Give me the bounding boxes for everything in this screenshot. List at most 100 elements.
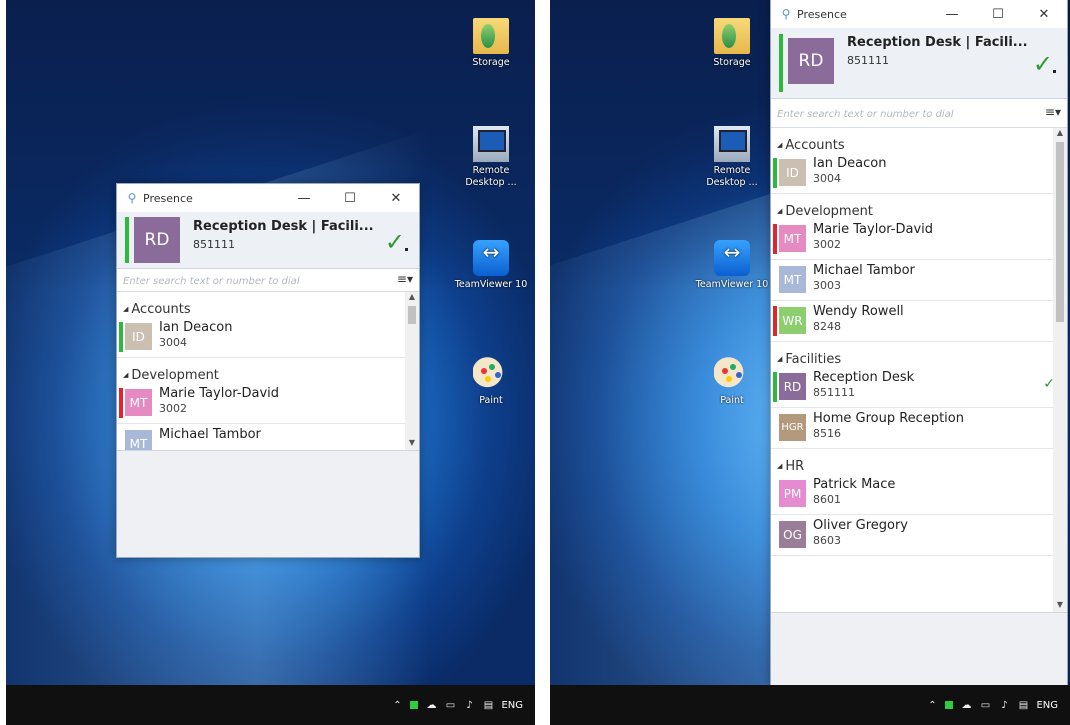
contact-list: ◢ Accounts ID Ian Deacon 3004 ◢ Developmen… (117, 292, 419, 450)
contact-michael-tambor[interactable]: MT Michael Tambor 3003 (771, 260, 1067, 301)
contact-wendy-rowell[interactable]: WR Wendy Rowell 8248 (771, 301, 1067, 342)
teamviewer-icon (473, 240, 509, 276)
search-bar: ≡▾ (117, 269, 419, 293)
scrollbar[interactable]: ▲ ▼ (405, 292, 419, 450)
avatar: PM (779, 480, 806, 507)
contact-ian-deacon[interactable]: ID Ian Deacon 3004 (117, 317, 419, 358)
status-indicator (773, 306, 777, 336)
maximize-button[interactable]: ☐ (975, 0, 1021, 28)
desktop-icon-teamviewer[interactable]: TeamViewer 10 (695, 240, 769, 291)
available-check-icon[interactable]: ✓ (1033, 50, 1057, 78)
group-header-accounts[interactable]: ◢ Accounts (117, 292, 419, 317)
scroll-thumb[interactable] (1056, 142, 1064, 322)
contact-oliver-gregory[interactable]: OG Oliver Gregory 8603 (771, 515, 1067, 556)
contact-number: 3004 (159, 336, 187, 349)
close-button[interactable]: ✕ (373, 184, 419, 212)
group-header-development[interactable]: ◢ Development (117, 358, 419, 383)
system-tray: ⌃ ☁ ▭ ♪ ▤ ENG (391, 685, 523, 725)
group-header-facilities[interactable]: ◢ Facilities (771, 342, 1067, 367)
presence-logo-icon: ⚲ (127, 191, 137, 205)
cloud-icon[interactable]: ☁ (960, 699, 972, 711)
scroll-up-arrow-icon[interactable]: ▲ (1053, 128, 1067, 140)
cloud-icon[interactable]: ☁ (425, 699, 437, 711)
scrollbar[interactable]: ▲ ▼ (1053, 128, 1067, 612)
my-status-card[interactable]: RD Reception Desk | Facili... 851111 ✓ (771, 28, 1067, 99)
contact-name: Wendy Rowell (813, 304, 904, 319)
close-button[interactable]: ✕ (1021, 0, 1067, 28)
desktop-icon-storage[interactable]: Storage (454, 18, 528, 69)
group-header-hr[interactable]: ◢ HR (771, 449, 1067, 474)
contact-name: Michael Tambor (159, 427, 261, 442)
presence-tray-icon[interactable] (945, 701, 954, 709)
presence-tray-icon[interactable] (410, 701, 419, 709)
contact-number: 851111 (813, 386, 855, 399)
avatar: ID (779, 159, 806, 186)
minimize-button[interactable]: — (281, 184, 327, 212)
presence-logo-icon: ⚲ (781, 7, 791, 21)
system-tray: ⌃ ☁ ▭ ♪ ▤ ENG (926, 685, 1058, 725)
avatar: WR (779, 307, 806, 334)
chevron-up-icon[interactable]: ⌃ (391, 699, 403, 711)
available-check-icon[interactable]: ✓ (385, 228, 409, 256)
avatar: RD (788, 38, 834, 84)
desktop-icon-storage[interactable]: Storage (695, 18, 769, 69)
contact-patrick-mace[interactable]: PM Patrick Mace 8601 (771, 474, 1067, 515)
my-status-card[interactable]: RD Reception Desk | Facili... 851111 ✓ (117, 212, 419, 269)
group-name: Development (785, 204, 873, 219)
desktop-icon-remote-desktop[interactable]: Remote Desktop ... (454, 126, 528, 189)
contact-marie-taylor-david[interactable]: MT Marie Taylor-David 3002 (117, 383, 419, 424)
search-input[interactable] (775, 103, 1039, 125)
title-bar: ⚲ Presence — ☐ ✕ (117, 184, 419, 212)
desktop-icon-label: Paint (479, 395, 503, 406)
right-screenshot-panel: Storage Remote Desktop ... TeamViewer 10… (550, 0, 1070, 725)
hamburger-menu-icon[interactable]: ≡▾ (1045, 105, 1061, 119)
contact-name: Michael Tambor (813, 263, 915, 278)
contact-number: 8248 (813, 320, 841, 333)
contact-reception-desk[interactable]: RD Reception Desk 851111 ✓ (771, 367, 1067, 408)
volume-icon[interactable]: ♪ (998, 699, 1010, 711)
contact-ian-deacon[interactable]: ID Ian Deacon 3004 (771, 153, 1067, 194)
collapse-triangle-icon: ◢ (123, 305, 129, 313)
contact-home-group-reception[interactable]: HGR Home Group Reception 8516 (771, 408, 1067, 449)
scroll-up-arrow-icon[interactable]: ▲ (405, 292, 419, 304)
scroll-down-arrow-icon[interactable]: ▼ (405, 438, 419, 450)
maximize-button[interactable]: ☐ (327, 184, 373, 212)
collapse-triangle-icon: ◢ (777, 355, 783, 363)
avatar: MT (125, 430, 152, 450)
avatar: RD (779, 373, 806, 400)
taskbar: ⌃ ☁ ▭ ♪ ▤ ENG (6, 685, 535, 725)
contact-number: 3002 (813, 238, 841, 251)
contact-name: Oliver Gregory (813, 518, 908, 533)
contact-number: 8603 (813, 534, 841, 547)
scroll-down-arrow-icon[interactable]: ▼ (1053, 600, 1067, 612)
minimize-button[interactable]: — (929, 0, 975, 28)
network-icon[interactable]: ▭ (979, 699, 991, 711)
language-indicator[interactable]: ENG (501, 700, 523, 711)
volume-icon[interactable]: ♪ (463, 699, 475, 711)
chevron-up-icon[interactable]: ⌃ (926, 699, 938, 711)
desktop-icon-label: TeamViewer 10 (454, 279, 528, 290)
desktop-icon-paint[interactable]: Paint (695, 356, 769, 407)
status-indicator (125, 217, 129, 263)
contact-michael-tambor[interactable]: MT Michael Tambor (117, 424, 419, 450)
group-header-development[interactable]: ◢ Development (771, 194, 1067, 219)
hamburger-menu-icon[interactable]: ≡▾ (397, 272, 413, 286)
language-indicator[interactable]: ENG (1036, 700, 1058, 711)
desktop-icon-paint[interactable]: Paint (454, 356, 528, 407)
group-name: HR (785, 459, 805, 474)
contact-list: ◢ Accounts ID Ian Deacon 3004 ◢ Developmen… (771, 128, 1067, 612)
scroll-thumb[interactable] (408, 306, 416, 324)
network-icon[interactable]: ▭ (444, 699, 456, 711)
contact-marie-taylor-david[interactable]: MT Marie Taylor-David 3002 (771, 219, 1067, 260)
notification-icon[interactable]: ▤ (482, 699, 494, 711)
desktop-icon-remote-desktop[interactable]: Remote Desktop ... (695, 126, 769, 189)
status-indicator (773, 372, 777, 402)
status-indicator (773, 224, 777, 254)
search-input[interactable] (121, 270, 385, 293)
notification-icon[interactable]: ▤ (1017, 699, 1029, 711)
group-header-accounts[interactable]: ◢ Accounts (771, 128, 1067, 153)
collapse-triangle-icon: ◢ (777, 141, 783, 149)
desktop-icon-teamviewer[interactable]: TeamViewer 10 (454, 240, 528, 291)
my-name: Reception Desk | Facili... (193, 219, 374, 234)
search-bar: ≡▾ (771, 99, 1067, 128)
